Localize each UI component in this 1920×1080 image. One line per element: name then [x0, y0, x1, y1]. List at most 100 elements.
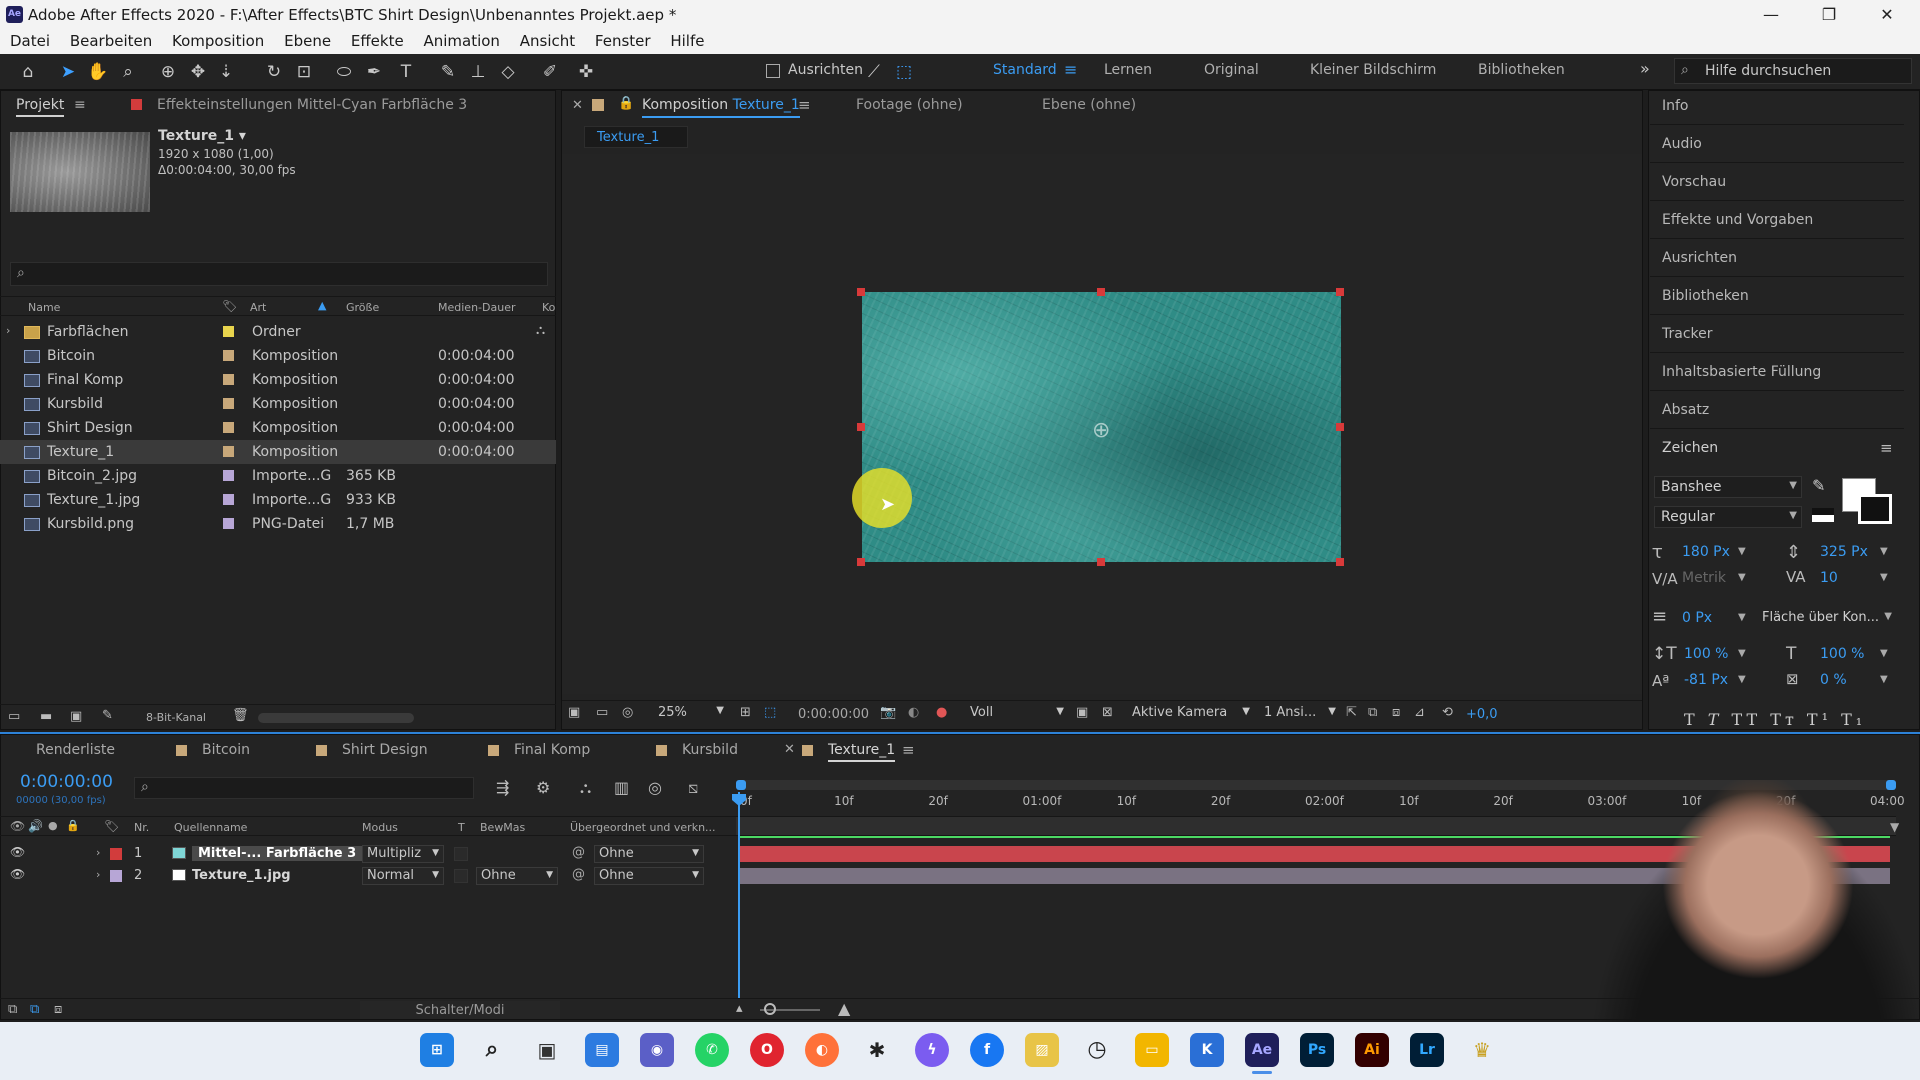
- workspace-lernen[interactable]: Lernen: [1104, 62, 1152, 78]
- transparency-grid-icon[interactable]: ⊠: [1102, 705, 1113, 720]
- eye-visibility-icon[interactable]: 👁: [10, 867, 25, 881]
- always-preview-icon[interactable]: ▣: [568, 705, 580, 720]
- project-item[interactable]: Final Komp Komposition 0:00:04:00: [0, 368, 556, 392]
- layer-row[interactable]: 👁 › 2 Texture_1.jpg Normal ▼ Ohne ▼ @ Ohne ▼: [0, 865, 736, 887]
- flowchart-icon[interactable]: ⛬: [536, 323, 545, 338]
- eye-visibility-icon[interactable]: 👁: [10, 845, 25, 859]
- panel-audio[interactable]: Audio: [1662, 136, 1702, 152]
- display-icon[interactable]: ▭: [596, 705, 608, 720]
- help-search-input[interactable]: ⌕ Hilfe durchsuchen: [1674, 58, 1912, 84]
- project-panel-menu-icon[interactable]: ≡: [74, 97, 86, 113]
- blend-mode-dropdown[interactable]: Normal ▼: [362, 867, 444, 885]
- layer-color-label[interactable]: [110, 870, 122, 882]
- after-effects-taskbar-icon[interactable]: Ae: [1245, 1033, 1279, 1067]
- toggle-switches-modes[interactable]: Schalter/Modi: [360, 1001, 560, 1019]
- menu-komposition[interactable]: Komposition: [172, 30, 264, 50]
- swap-colors-icon[interactable]: [1812, 508, 1834, 522]
- project-item[interactable]: › Farbflächen Ordner: [0, 320, 556, 344]
- project-item-color-label[interactable]: [223, 470, 234, 481]
- transform-handle[interactable]: [857, 558, 865, 566]
- tab-texture-1[interactable]: Texture_1: [828, 742, 896, 762]
- chevron-down-icon[interactable]: ▼: [1880, 546, 1888, 557]
- timeline-link-icon[interactable]: ⧈: [1392, 705, 1400, 720]
- kerning-value[interactable]: Metrik: [1682, 570, 1726, 586]
- workspace-menu-icon[interactable]: ≡: [1064, 60, 1077, 79]
- label-column-icon[interactable]: 🏷: [104, 819, 119, 833]
- tab-bitcoin[interactable]: Bitcoin: [202, 742, 250, 758]
- menu-datei[interactable]: Datei: [10, 30, 50, 50]
- tab-shirt-design[interactable]: Shirt Design: [342, 742, 428, 758]
- project-scrollbar[interactable]: [258, 713, 414, 723]
- clone-stamp-icon[interactable]: ⊥: [466, 60, 490, 84]
- project-item[interactable]: Texture_1 Komposition 0:00:04:00: [0, 440, 556, 464]
- column-comment[interactable]: Ko: [542, 301, 555, 314]
- app-figure-icon[interactable]: ✱: [860, 1033, 894, 1067]
- audio-toggle-icon[interactable]: 🔊: [28, 819, 43, 833]
- rotate-tool-icon[interactable]: ↻: [262, 60, 286, 84]
- expand-chevron-icon[interactable]: ›: [6, 324, 10, 337]
- zoom-tool-icon[interactable]: ⌕: [116, 60, 140, 84]
- chevron-down-icon[interactable]: ▼: [1738, 572, 1746, 583]
- windows-start-icon[interactable]: ⊞: [420, 1033, 454, 1067]
- bit-depth-label[interactable]: 8-Bit-Kanal: [146, 711, 206, 724]
- tab-final-komp[interactable]: Final Komp: [514, 742, 590, 758]
- timeline-search-input[interactable]: ⌕: [134, 777, 474, 799]
- firefox-icon[interactable]: ◐: [805, 1033, 839, 1067]
- vr-icon[interactable]: ◎: [622, 705, 633, 720]
- expand-chevron-icon[interactable]: ›: [96, 846, 100, 859]
- panel-paragraph[interactable]: Absatz: [1662, 402, 1709, 418]
- menu-animation[interactable]: Animation: [423, 30, 499, 50]
- file-explorer-icon[interactable]: ▭: [1135, 1033, 1169, 1067]
- align-checkbox[interactable]: [766, 64, 780, 78]
- project-settings-icon[interactable]: ✎: [102, 708, 113, 723]
- fit-icon[interactable]: ⊞: [740, 705, 751, 720]
- panel-align[interactable]: Ausrichten: [1662, 250, 1737, 266]
- new-composition-icon[interactable]: ▣: [70, 709, 82, 724]
- panel-preview[interactable]: Vorschau: [1662, 174, 1726, 190]
- puppet-pin-icon[interactable]: ✜: [574, 60, 598, 84]
- panel-content-aware-fill[interactable]: Inhaltsbasierte Füllung: [1662, 364, 1821, 380]
- snapshot-camera-icon[interactable]: 📷: [880, 705, 896, 720]
- illustrator-icon[interactable]: Ai: [1355, 1033, 1389, 1067]
- opera-icon[interactable]: O: [750, 1033, 784, 1067]
- project-item[interactable]: Kursbild.png PNG-Datei 1,7 MB: [0, 512, 556, 536]
- draft-3d-icon[interactable]: ⚙: [536, 778, 550, 797]
- tab-effect-controls[interactable]: Effekteinstellungen Mittel-Cyan Farbfläc…: [157, 97, 467, 113]
- menu-ebene[interactable]: Ebene: [284, 30, 331, 50]
- column-name[interactable]: Name: [28, 301, 60, 314]
- superscript-button[interactable]: T¹: [1807, 710, 1832, 729]
- tab-render-queue[interactable]: Renderliste: [36, 742, 115, 758]
- tab-layer[interactable]: Ebene (ohne): [1042, 97, 1136, 113]
- preserve-transparency-checkbox[interactable]: [454, 869, 468, 883]
- column-t[interactable]: T: [458, 821, 465, 834]
- motion-blur-icon[interactable]: ◎: [648, 778, 662, 797]
- messenger-icon[interactable]: ϟ: [915, 1033, 949, 1067]
- pan-camera-icon[interactable]: ✥: [186, 60, 210, 84]
- all-caps-button[interactable]: TT: [1732, 710, 1762, 729]
- lightroom-icon[interactable]: Lr: [1410, 1033, 1444, 1067]
- widgets-icon[interactable]: ▤: [585, 1033, 619, 1067]
- flowchart-icon[interactable]: ⊿: [1414, 705, 1425, 720]
- channel-color-icon[interactable]: ●: [936, 705, 947, 720]
- lock-column-icon[interactable]: 🔒: [66, 819, 80, 832]
- project-item-color-label[interactable]: [223, 374, 234, 385]
- menu-ansicht[interactable]: Ansicht: [520, 30, 575, 50]
- hand-tool-icon[interactable]: ✋: [86, 60, 110, 84]
- vertical-scale-value[interactable]: 100 %: [1684, 646, 1728, 662]
- photoshop-icon[interactable]: Ps: [1300, 1033, 1334, 1067]
- comp-panel-menu-icon[interactable]: ≡: [798, 96, 811, 114]
- column-track-matte[interactable]: BewMas: [480, 821, 525, 834]
- task-view-icon[interactable]: ▣: [530, 1033, 564, 1067]
- font-family-dropdown[interactable]: Banshee ▼: [1654, 476, 1802, 498]
- selected-item-name[interactable]: Texture_1 ▾: [158, 128, 246, 144]
- panel-effects-presets[interactable]: Effekte und Vorgaben: [1662, 212, 1813, 228]
- solo-icon[interactable]: ●: [48, 819, 58, 832]
- menu-fenster[interactable]: Fenster: [595, 30, 651, 50]
- safe-zone-icon[interactable]: ⬚: [764, 705, 776, 720]
- stroke-mode-dropdown[interactable]: Fläche über Kon... ▼: [1758, 608, 1892, 630]
- stroke-color-swatch[interactable]: [1858, 494, 1892, 524]
- facebook-icon[interactable]: f: [970, 1033, 1004, 1067]
- zoom-in-icon[interactable]: ▲: [838, 999, 850, 1018]
- column-number[interactable]: Nr.: [134, 821, 149, 834]
- small-caps-button[interactable]: Tт: [1770, 710, 1798, 729]
